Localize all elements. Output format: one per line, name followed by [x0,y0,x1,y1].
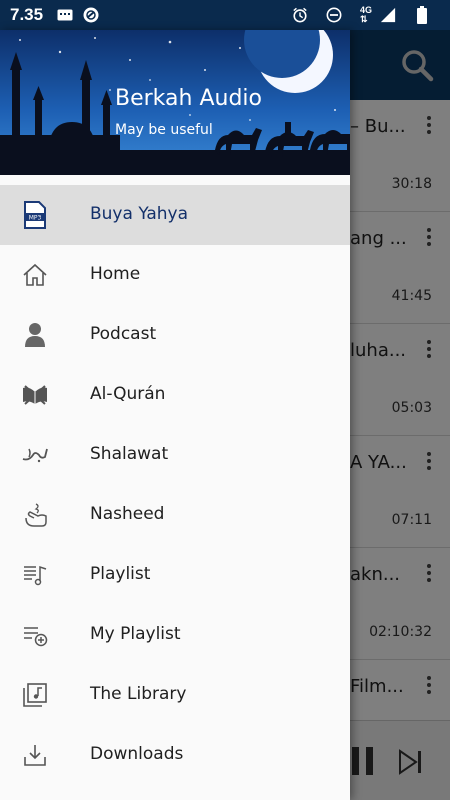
menu-item-label: Podcast [90,324,157,344]
status-bar: 7.35 4G ⇅ [0,0,450,30]
muhammad-calligraphy-icon [20,440,50,470]
menu-item-label: The Library [90,684,187,704]
menu-item-downloads[interactable]: Downloads [0,725,350,785]
vpn-shield-icon [83,7,99,23]
menu-item-my-playlist[interactable]: My Playlist [0,605,350,665]
menu-item-label: Buya Yahya [90,204,189,224]
do-not-disturb-icon [326,7,342,23]
menu-item-label: Playlist [90,564,151,584]
menu-item-label: Downloads [90,744,184,764]
menu-item-nasheed[interactable]: Nasheed [0,485,350,545]
home-icon [20,260,50,290]
notification-icon [57,7,73,23]
download-icon [20,740,50,770]
drawer-menu: MP3 Buya Yahya Home Podcast Al-Qurán Sha… [0,185,350,785]
menu-item-label: Shalawat [90,444,169,464]
network-4g-icon: 4G ⇅ [359,5,372,24]
drawer-header: Berkah Audio May be useful [0,30,350,175]
nasheed-hand-icon [20,500,50,530]
person-icon [20,320,50,350]
status-time: 7.35 [10,5,44,24]
menu-item-playlist[interactable]: Playlist [0,545,350,605]
library-music-icon [20,680,50,710]
menu-item-podcast[interactable]: Podcast [0,305,350,365]
playlist-add-icon [20,620,50,650]
menu-item-label: Al-Qurán [90,384,166,404]
menu-item-label: Nasheed [90,504,165,524]
menu-item-home[interactable]: Home [0,245,350,305]
signal-icon [380,7,396,23]
battery-icon [414,6,430,24]
menu-item-al-quran[interactable]: Al-Qurán [0,365,350,425]
menu-item-buya-yahya[interactable]: MP3 Buya Yahya [0,185,350,245]
menu-item-shalawat[interactable]: Shalawat [0,425,350,485]
app-tagline: May be useful [115,122,213,138]
menu-item-the-library[interactable]: The Library [0,665,350,725]
mp3-file-icon: MP3 [20,200,50,230]
quran-icon [20,380,50,410]
menu-item-label: Home [90,264,141,284]
playlist-music-icon [20,560,50,590]
navigation-drawer: Berkah Audio May be useful MP3 Buya Yahy… [0,30,350,800]
svg-text:MP3: MP3 [29,215,42,222]
alarm-icon [292,7,308,23]
network-label: 4G [359,5,372,15]
app-name: Berkah Audio [115,86,262,111]
menu-item-label: My Playlist [90,624,181,644]
